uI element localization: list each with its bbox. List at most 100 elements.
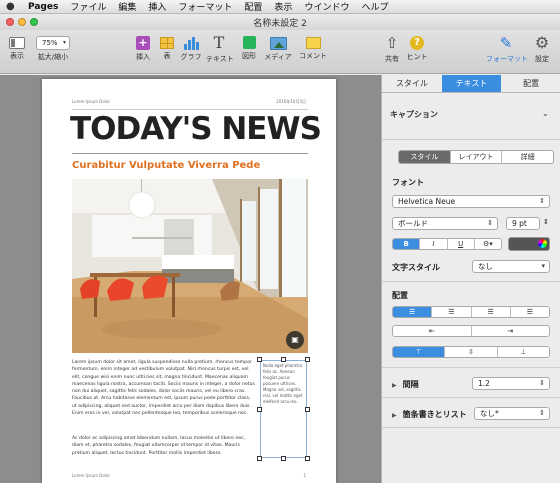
italic-button[interactable]: I (420, 239, 448, 249)
bullets-lists-row[interactable]: ▶ 箇条書きとリスト (392, 409, 467, 420)
header-rule (72, 109, 308, 110)
table-label: 表 (163, 52, 171, 60)
menu-window[interactable]: ウインドウ (304, 0, 349, 13)
tips-button[interactable]: ? ヒント (406, 34, 428, 62)
updown-chevron-icon: ⇕ (539, 197, 545, 205)
segment-layout[interactable]: レイアウト (451, 151, 503, 163)
vertical-alignment-buttons: ⊤ ⇳ ⊥ (392, 346, 550, 358)
chevron-down-icon: ⌄ (542, 109, 549, 118)
text-t-icon: T (213, 33, 225, 52)
kitchen-photo[interactable]: ▣ (72, 179, 308, 353)
zoom-control[interactable]: 75% ▾ 拡大/縮小 (34, 34, 72, 62)
caption-style-row[interactable]: キャプション ⌄ (390, 109, 549, 120)
view-button[interactable]: 表示 (6, 34, 28, 61)
headline-rule (72, 153, 308, 154)
disclosure-triangle-icon: ▶ (392, 382, 397, 389)
increase-indent-button[interactable]: ⇥ (472, 326, 550, 336)
tab-style[interactable]: スタイル (382, 75, 442, 92)
comment-button[interactable]: コメント (298, 34, 328, 61)
zoom-label: 拡大/縮小 (37, 53, 69, 61)
font-family-popup[interactable]: Helvetica Neue ⇕ (392, 195, 550, 208)
bold-button[interactable]: B (393, 239, 421, 249)
page-header-date[interactable]: 2016年10月3日 (276, 99, 306, 105)
align-middle-button[interactable]: ⇳ (445, 347, 498, 357)
color-wheel-icon[interactable] (538, 239, 547, 248)
headline[interactable]: TODAY'S NEWS (70, 111, 322, 147)
shape-button[interactable]: 図形 (238, 34, 260, 61)
font-weight-popup[interactable]: ボールド ⇕ (392, 217, 498, 230)
subheadline[interactable]: Curabitur Vulputate Viverra Pede (72, 160, 260, 171)
segment-style[interactable]: スタイル (399, 151, 451, 163)
spacing-row[interactable]: ▶ 間隔 (392, 379, 419, 390)
page-header-left[interactable]: Lorem Ipsum Dolor (72, 99, 110, 104)
table-icon (160, 37, 174, 49)
minimize-window-button[interactable] (18, 18, 26, 26)
font-size-stepper-icon[interactable]: ⇕ (543, 218, 549, 226)
resize-handle-top-left[interactable] (257, 357, 262, 362)
format-button[interactable]: ✎ フォーマット (486, 34, 528, 64)
text-box-button[interactable]: T テキスト (206, 33, 234, 64)
paintbrush-icon: ✎ (499, 34, 513, 52)
line-spacing-popup[interactable]: 1.2 ⇕ (472, 377, 550, 390)
char-style-popup[interactable]: なし ▾ (472, 260, 550, 273)
menu-pages[interactable]: Pages (28, 2, 58, 12)
resize-handle-top[interactable] (281, 357, 286, 362)
caption-label: キャプション (390, 110, 438, 119)
menu-insert[interactable]: 挿入 (148, 0, 166, 13)
menu-format[interactable]: フォーマット (178, 0, 232, 13)
media-replace-icon[interactable]: ▣ (286, 331, 304, 349)
resize-handle-right[interactable] (305, 407, 310, 412)
decrease-indent-button[interactable]: ⇤ (393, 326, 472, 336)
align-justify-button[interactable]: ☰ (511, 307, 549, 317)
resize-handle-bottom[interactable] (281, 456, 286, 461)
menu-view[interactable]: 表示 (274, 0, 292, 13)
menu-file[interactable]: ファイル (70, 0, 106, 13)
menu-bar: ● Pages ファイル 編集 挿入 フォーマット 配置 表示 ウインドウ ヘル… (0, 0, 560, 14)
menu-help[interactable]: ヘルプ (361, 0, 388, 13)
font-size-field[interactable]: 9 pt (506, 217, 540, 230)
horizontal-alignment-buttons: ☰ ☰ ☰ ☰ (392, 306, 550, 318)
fullscreen-window-button[interactable] (30, 18, 38, 26)
zoom-popup[interactable]: 75% ▾ (36, 36, 70, 50)
body-paragraph-2[interactable]: Ac dolor ac adipiscing amet bibendum nul… (72, 435, 256, 457)
body-paragraph-1[interactable]: Lorem ipsum dolor sit amet, ligula suspe… (72, 359, 256, 417)
resize-handle-bottom-left[interactable] (257, 456, 262, 461)
text-options-button[interactable]: ⚙▾ (475, 239, 501, 249)
insert-button[interactable]: + 挿入 (132, 34, 154, 62)
resize-handle-bottom-right[interactable] (305, 456, 310, 461)
page-footer-left[interactable]: Lorem Ipsum Dolor (72, 473, 110, 478)
align-right-button[interactable]: ☰ (472, 307, 511, 317)
segment-more[interactable]: 詳細 (502, 151, 553, 163)
char-style-value: なし (478, 262, 493, 271)
chart-button[interactable]: グラフ (180, 34, 202, 62)
table-button[interactable]: 表 (158, 34, 176, 61)
underline-button[interactable]: U (448, 239, 475, 249)
setup-button[interactable]: ⚙ 設定 (530, 34, 554, 64)
page-number[interactable]: 1 (303, 473, 306, 478)
list-style-popup[interactable]: なし* ⇕ (474, 407, 550, 420)
menu-arrange[interactable]: 配置 (244, 0, 262, 13)
apple-menu-icon[interactable]: ● (6, 1, 20, 12)
close-window-button[interactable] (6, 18, 14, 26)
chart-label: グラフ (180, 53, 202, 61)
resize-handle-left[interactable] (257, 407, 262, 412)
document-canvas[interactable]: Lorem Ipsum Dolor 2016年10月3日 TODAY'S NEW… (0, 75, 381, 483)
tab-arrange[interactable]: 配置 (501, 75, 560, 92)
sidebox-text[interactable]: Nulla eget pharetra felis ac. Aenean feu… (263, 363, 303, 404)
font-weight-value: ボールド (398, 219, 428, 228)
shape-square-icon (242, 36, 256, 49)
resize-handle-top-right[interactable] (305, 357, 310, 362)
updown-chevron-icon: ⇕ (539, 379, 545, 387)
align-top-button[interactable]: ⊤ (393, 347, 446, 357)
align-left-button[interactable]: ☰ (393, 307, 433, 317)
align-bottom-button[interactable]: ⊥ (498, 347, 549, 357)
menu-edit[interactable]: 編集 (118, 0, 136, 13)
divider (382, 367, 560, 368)
tab-text[interactable]: テキスト (441, 75, 502, 92)
align-center-button[interactable]: ☰ (432, 307, 472, 317)
document-page[interactable]: Lorem Ipsum Dolor 2016年10月3日 TODAY'S NEW… (42, 79, 336, 483)
share-button[interactable]: ⇧ 共有 (382, 34, 402, 64)
media-button[interactable]: メディア (264, 34, 292, 62)
list-style-value: なし* (480, 409, 499, 418)
selected-text-box[interactable]: Nulla eget pharetra felis ac. Aenean feu… (260, 360, 307, 458)
